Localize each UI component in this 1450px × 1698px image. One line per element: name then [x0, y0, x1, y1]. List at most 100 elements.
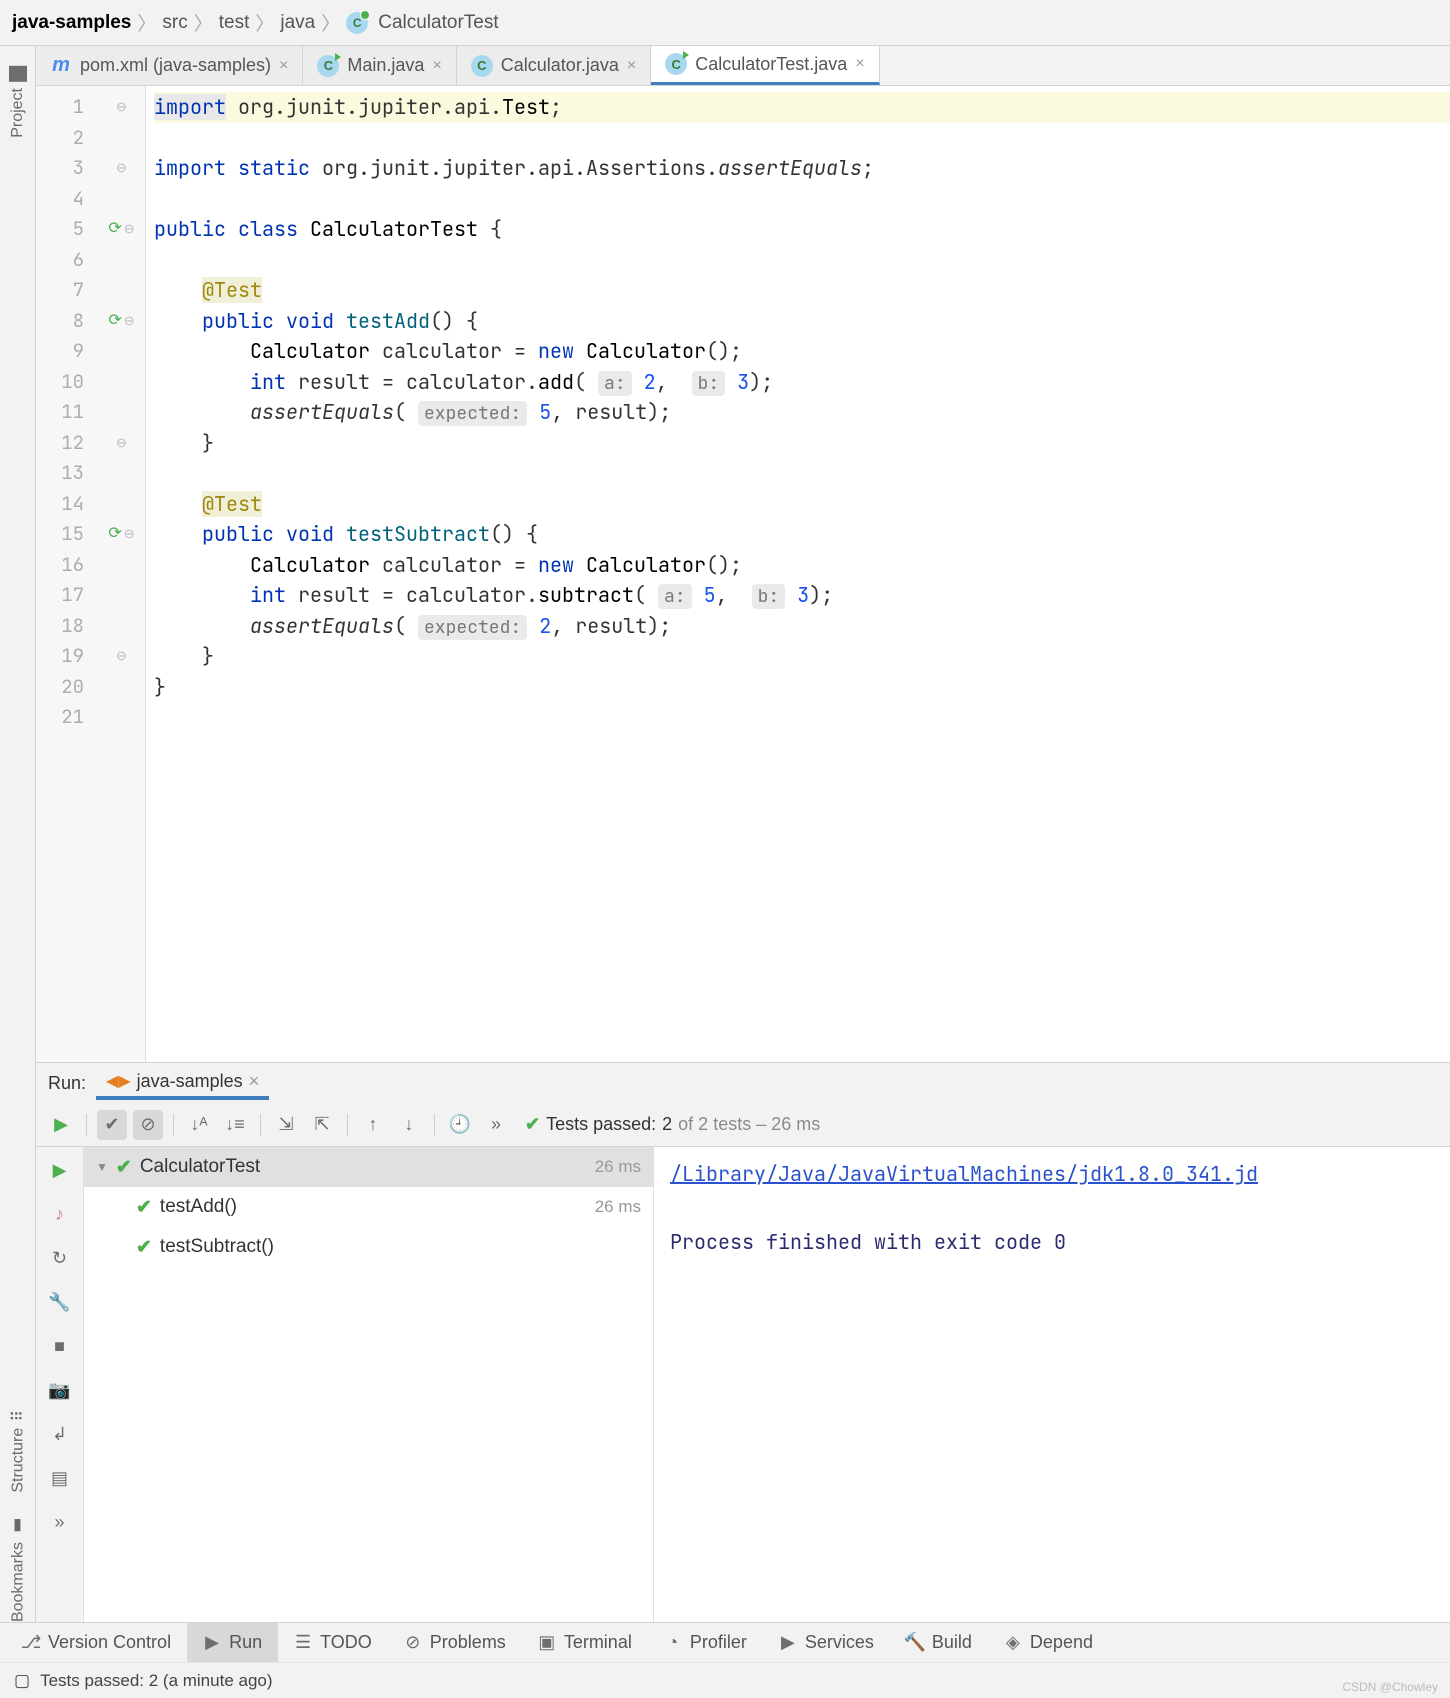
status-pass-count: 2 [662, 1114, 672, 1135]
breadcrumb-item[interactable]: CalculatorTest [378, 12, 498, 34]
line-number-gutter: 123456789101112131415161718192021 [36, 86, 98, 1062]
editor-tab[interactable]: CMain.java× [303, 46, 456, 85]
structure-label: Structure [9, 1428, 27, 1493]
run-gutter-icon[interactable]: ⟳ [108, 519, 121, 550]
bookmarks-label: Bookmarks [9, 1542, 27, 1622]
bottom-toolbar: ⎇Version Control ▶ Run ☰TODO⊘Problems▣Termi… [0, 1622, 1450, 1662]
watermark: CSDN @Chowley [1342, 1680, 1438, 1694]
fold-icon[interactable]: ⊖ [124, 519, 135, 550]
tool-window-button[interactable]: 🔨Build [890, 1623, 988, 1662]
check-icon: ✔ [136, 1236, 152, 1259]
tool-window-button[interactable]: ⎇Version Control [6, 1623, 187, 1662]
layout-button[interactable]: ▤ [47, 1465, 73, 1491]
next-button[interactable]: ↓ [394, 1110, 424, 1140]
close-icon[interactable]: × [627, 57, 636, 75]
fold-icon[interactable]: ⊖ [116, 641, 127, 672]
class-run-icon: C [665, 53, 687, 75]
code-editor[interactable]: 123456789101112131415161718192021 ⊖⊖⟳⊖⟳⊖… [36, 86, 1450, 1062]
dump-button[interactable]: 📷 [47, 1377, 73, 1403]
tool-window-button[interactable]: ▶ Run [187, 1623, 278, 1662]
close-icon[interactable]: × [279, 57, 288, 75]
tool-window-button[interactable]: ⊘Problems [388, 1623, 522, 1662]
console-output[interactable]: /Library/Java/JavaVirtualMachines/jdk1.8… [654, 1147, 1450, 1622]
more-button[interactable]: » [47, 1509, 73, 1535]
structure-icon: ⠿ [9, 1410, 28, 1422]
show-passed-button[interactable]: ✔ [97, 1110, 127, 1140]
prev-button[interactable]: ↑ [358, 1110, 388, 1140]
jdk-link[interactable]: /Library/Java/JavaVirtualMachines/jdk1.8… [670, 1161, 1258, 1187]
status-prefix: Tests passed: [546, 1114, 656, 1135]
fold-icon[interactable]: ⊖ [116, 92, 127, 123]
exit-button[interactable]: ↲ [47, 1421, 73, 1447]
tool-icon: ▶ [779, 1634, 797, 1652]
test-name: testSubtract() [160, 1236, 274, 1258]
left-tool-rail: Project [0, 46, 36, 1622]
run-config-tab[interactable]: ◀▶ java-samples × [96, 1067, 269, 1100]
close-icon[interactable]: × [249, 1071, 260, 1092]
test-name: testAdd() [160, 1196, 237, 1218]
toggle-button[interactable]: ↻ [47, 1245, 73, 1271]
chevron-down-icon[interactable]: ▼ [96, 1160, 108, 1174]
editor-tabs: mpom.xml (java-samples)×CMain.java×CCalc… [36, 46, 1450, 86]
test-tree-row[interactable]: ✔testAdd()26 ms [84, 1187, 653, 1227]
check-icon: ✔ [136, 1196, 152, 1219]
run-gutter-icon[interactable]: ⟳ [108, 214, 121, 245]
debug-button[interactable]: ♪ [47, 1201, 73, 1227]
structure-tool-button[interactable]: Structure ⠿ [9, 1410, 28, 1493]
test-tree-row[interactable]: ✔ testSubtract() [84, 1227, 653, 1267]
expand-button[interactable]: ⇲ [271, 1110, 301, 1140]
tool-window-button[interactable]: ▣Terminal [522, 1623, 648, 1662]
editor-tab[interactable]: mpom.xml (java-samples)× [36, 46, 303, 85]
tool-icon: ▶ [203, 1634, 221, 1652]
tool-label: Depend [1030, 1632, 1093, 1653]
check-icon: ✔ [116, 1156, 132, 1179]
stop-button[interactable]: ■ [47, 1333, 73, 1359]
chevron-right-icon: 〉 [321, 9, 340, 36]
tool-window-button[interactable]: ◔Profiler [648, 1623, 763, 1662]
close-icon[interactable]: × [432, 57, 441, 75]
fold-icon[interactable]: ⊖ [116, 428, 127, 459]
breadcrumb-item[interactable]: java-samples [12, 12, 131, 34]
tool-label: TODO [320, 1632, 372, 1653]
fold-icon[interactable]: ⊖ [124, 214, 135, 245]
sort-button[interactable]: ↓ᴬ [184, 1110, 214, 1140]
run-config-icon: ◀▶ [106, 1071, 131, 1091]
breadcrumb-item[interactable]: src [162, 12, 187, 34]
tool-window-button[interactable]: ◈ Depend [988, 1623, 1109, 1662]
tool-window-button[interactable]: ☰TODO [278, 1623, 388, 1662]
status-bar: ▢ Tests passed: 2 (a minute ago) CSDN @C… [0, 1662, 1450, 1698]
test-tree[interactable]: ▼✔CalculatorTest26 ms✔testAdd()26 ms✔tes… [84, 1147, 654, 1622]
chevron-right-icon: 〉 [137, 9, 156, 36]
tool-label: Run [229, 1632, 262, 1653]
project-tool-button[interactable]: Project [9, 66, 27, 138]
tool-label: Profiler [690, 1632, 747, 1653]
sort-duration-button[interactable]: ↓≡ [220, 1110, 250, 1140]
left-bottom-rail: Structure ⠿ Bookmarks ▮ [0, 1410, 36, 1622]
fold-icon[interactable]: ⊖ [116, 153, 127, 184]
layout-icon[interactable]: ▢ [14, 1671, 30, 1691]
editor-tab[interactable]: CCalculatorTest.java× [651, 46, 879, 85]
rerun-button[interactable]: ▶ [46, 1110, 76, 1140]
editor-tab[interactable]: CCalculator.java× [457, 46, 651, 85]
fold-icon[interactable]: ⊖ [124, 306, 135, 337]
rerun-button[interactable]: ▶ [47, 1157, 73, 1183]
test-tree-row[interactable]: ▼✔CalculatorTest26 ms [84, 1147, 653, 1187]
tool-icon: ◈ [1004, 1634, 1022, 1652]
history-button[interactable]: 🕘 [445, 1110, 475, 1140]
tool-label: Version Control [48, 1632, 171, 1653]
more-button[interactable]: » [481, 1110, 511, 1140]
show-ignored-button[interactable]: ⊘ [133, 1110, 163, 1140]
tool-window-button[interactable]: ▶Services [763, 1623, 890, 1662]
bookmarks-tool-button[interactable]: Bookmarks ▮ [9, 1517, 28, 1622]
settings-button[interactable]: 🔧 [47, 1289, 73, 1315]
test-name: CalculatorTest [140, 1156, 260, 1178]
exit-text: Process finished with exit code 0 [670, 1225, 1434, 1259]
collapse-button[interactable]: ⇱ [307, 1110, 337, 1140]
breadcrumb-item[interactable]: java [280, 12, 315, 34]
run-gutter-icon[interactable]: ⟳ [108, 306, 121, 337]
breadcrumb-item[interactable]: test [219, 12, 250, 34]
class-icon: C [471, 55, 493, 77]
close-icon[interactable]: × [855, 55, 864, 73]
tool-label: Terminal [564, 1632, 632, 1653]
code-area[interactable]: import org.junit.jupiter.api.Test;import… [146, 86, 1450, 1062]
